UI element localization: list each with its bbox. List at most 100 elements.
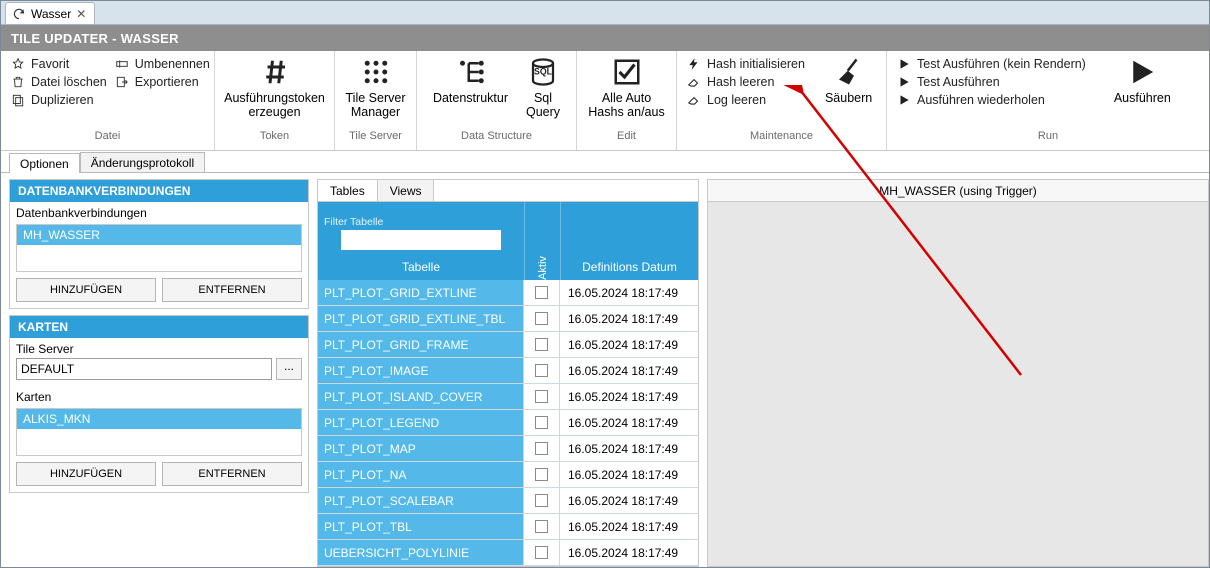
cell-aktiv[interactable] [524,410,560,435]
document-tabbar: Wasser ✕ [1,1,1209,25]
subtabs: Optionen Änderungsprotokoll [1,151,1209,173]
check-icon [612,57,642,87]
ribbon-group-run: Run [887,130,1209,150]
table-row[interactable]: PLT_PLOT_ISLAND_COVER 16.05.2024 18:17:49 [318,384,698,410]
ribbon-group-edit: Edit [577,130,676,150]
export-button[interactable]: Exportieren [115,75,210,89]
cell-aktiv[interactable] [524,436,560,461]
checkbox[interactable] [535,338,548,351]
cell-date: 16.05.2024 18:17:49 [560,514,698,539]
cell-date: 16.05.2024 18:17:49 [560,384,698,409]
checkbox[interactable] [535,520,548,533]
cell-aktiv[interactable] [524,280,560,305]
hash-clear-button[interactable]: Hash leeren [687,75,805,89]
star-icon [11,57,25,71]
tileserver-browse-button[interactable]: ... [276,358,302,380]
tileserver-manager-button[interactable]: Tile Server Manager [346,57,406,120]
cleanup-button[interactable]: Säubern [825,57,872,105]
checkbox[interactable] [535,416,548,429]
cell-tabelle: PLT_PLOT_LEGEND [318,410,524,435]
tab-tables[interactable]: Tables [318,180,378,201]
cell-date: 16.05.2024 18:17:49 [560,410,698,435]
auto-hashs-button[interactable]: Alle Auto Hashs an/aus [588,57,664,120]
document-tab-wasser[interactable]: Wasser ✕ [5,2,95,24]
hash-init-button[interactable]: Hash initialisieren [687,57,805,71]
rename-icon [115,57,129,71]
datastructure-button[interactable]: Datenstruktur [433,57,508,105]
cell-date: 16.05.2024 18:17:49 [560,358,698,383]
delete-file-button[interactable]: Datei löschen [11,75,107,89]
karten-remove-button[interactable]: ENTFERNEN [162,462,302,486]
cell-date: 16.05.2024 18:17:49 [560,488,698,513]
checkbox[interactable] [535,364,548,377]
eraser-icon [687,93,701,107]
database-icon: SQL [528,57,558,87]
cell-aktiv[interactable] [524,488,560,513]
ribbon-group-datei: Datei [1,130,214,150]
cell-aktiv[interactable] [524,384,560,409]
run-button[interactable]: Ausführen [1114,57,1171,105]
karten-item[interactable]: ALKIS_MKN [17,409,301,429]
db-listbox[interactable]: MH_WASSER [16,224,302,272]
ribbon-group-datastructure: Data Structure [417,130,576,150]
cell-date: 16.05.2024 18:17:49 [560,306,698,331]
tab-protokoll[interactable]: Änderungsprotokoll [80,152,205,172]
tab-views[interactable]: Views [378,180,435,201]
cell-aktiv[interactable] [524,332,560,357]
duplicate-button[interactable]: Duplizieren [11,93,107,107]
close-icon[interactable]: ✕ [76,7,86,21]
cell-aktiv[interactable] [524,514,560,539]
cell-aktiv[interactable] [524,306,560,331]
karten-add-button[interactable]: HINZUFÜGEN [16,462,156,486]
cell-aktiv[interactable] [524,358,560,383]
play-icon [897,57,911,71]
table-row[interactable]: UEBERSICHT_POLYLINIE 16.05.2024 18:17:49 [318,540,698,566]
checkbox[interactable] [535,546,548,559]
log-clear-button[interactable]: Log leeren [687,93,805,107]
tab-optionen[interactable]: Optionen [9,153,80,173]
db-item[interactable]: MH_WASSER [17,225,301,245]
sql-query-button[interactable]: SQL Sql Query [526,57,560,120]
cell-tabelle: UEBERSICHT_POLYLINIE [318,540,524,565]
cell-tabelle: PLT_PLOT_NA [318,462,524,487]
copy-icon [11,93,25,107]
table-row[interactable]: PLT_PLOT_LEGEND 16.05.2024 18:17:49 [318,410,698,436]
tileserver-input[interactable] [16,358,272,380]
table-row[interactable]: PLT_PLOT_NA 16.05.2024 18:17:49 [318,462,698,488]
test-run-button[interactable]: Test Ausführen [897,75,1086,89]
document-tab-label: Wasser [31,7,71,21]
play-icon [897,75,911,89]
table-row[interactable]: PLT_PLOT_MAP16.05.2024 18:17:49 [318,436,698,462]
checkbox[interactable] [535,494,548,507]
checkbox[interactable] [535,286,548,299]
db-remove-button[interactable]: ENTFERNEN [162,278,302,302]
db-add-button[interactable]: HINZUFÜGEN [16,278,156,302]
svg-text:SQL: SQL [534,67,553,77]
cell-date: 16.05.2024 18:17:49 [560,462,698,487]
checkbox[interactable] [535,468,548,481]
table-row[interactable]: PLT_PLOT_IMAGE 16.05.2024 18:17:49 [318,358,698,384]
checkbox[interactable] [535,442,548,455]
table-row[interactable]: PLT_PLOT_GRID_EXTLINE_TBL16.05.2024 18:1… [318,306,698,332]
run-repeat-button[interactable]: Ausführen wiederholen [897,93,1086,107]
cell-aktiv[interactable] [524,540,560,565]
checkbox[interactable] [535,312,548,325]
karten-listbox[interactable]: ALKIS_MKN [16,408,302,456]
trash-icon [11,75,25,89]
table-row[interactable]: PLT_PLOT_SCALEBAR16.05.2024 18:17:49 [318,488,698,514]
table-row[interactable]: PLT_PLOT_TBL16.05.2024 18:17:49 [318,514,698,540]
checkbox[interactable] [535,390,548,403]
cell-tabelle: PLT_PLOT_ISLAND_COVER [318,384,524,409]
table-row[interactable]: PLT_PLOT_GRID_FRAME16.05.2024 18:17:49 [318,332,698,358]
create-token-button[interactable]: Ausführungstoken erzeugen [224,57,325,120]
filter-input[interactable] [341,230,501,250]
cell-aktiv[interactable] [524,462,560,487]
rename-button[interactable]: Umbenennen [115,57,210,71]
test-run-norender-button[interactable]: Test Ausführen (kein Rendern) [897,57,1086,71]
cell-date: 16.05.2024 18:17:49 [560,540,698,565]
cell-tabelle: PLT_PLOT_IMAGE [318,358,524,383]
karten-label: Karten [10,386,308,406]
favorite-button[interactable]: Favorit [11,57,107,71]
table-row[interactable]: PLT_PLOT_GRID_EXTLINE16.05.2024 18:17:49 [318,280,698,306]
right-title: MH_WASSER (using Trigger) [708,180,1208,202]
